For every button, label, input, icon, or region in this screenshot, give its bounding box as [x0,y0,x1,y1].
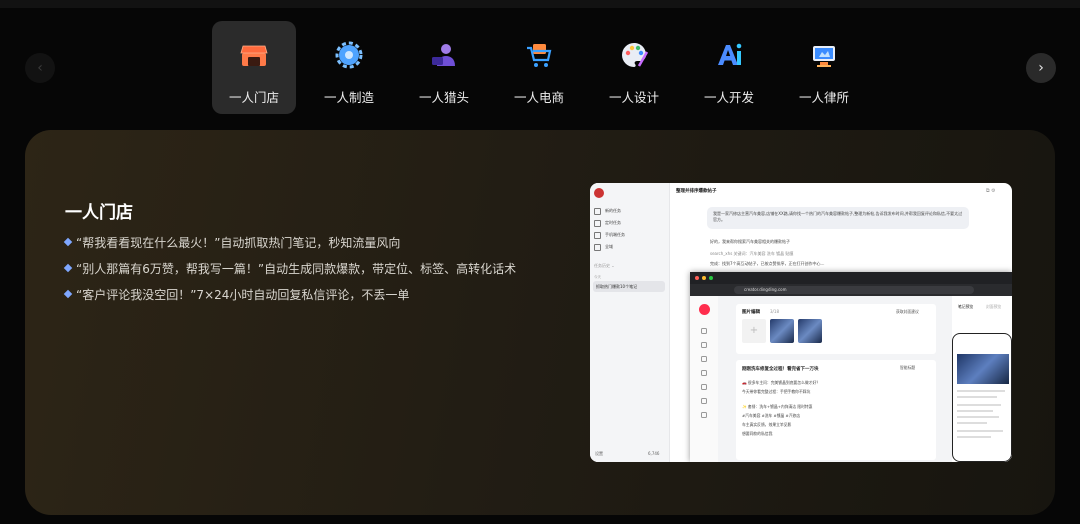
image-count: 3/18 [770,309,779,314]
tab-label: 一人开发 [703,90,754,105]
settings-label: 设置 [595,451,603,456]
brand-logo-icon [699,304,710,315]
tab-label: 一人制造 [323,90,374,105]
post-line: 今天带你看完整过程：手把手教你不踩坑 [742,389,811,394]
phone-text-line [957,416,999,418]
post-line: 想要同款的私信我 [742,431,773,436]
post-title: 刚刚洗车修复全过程！看完省下一万块 [742,367,819,372]
post-editor-card: 刚刚洗车修复全过程！看完省下一万块 智能标题 🚗 很多车主问：完美镀晶到底要怎么… [736,360,936,460]
ai-icon [711,37,747,73]
tab-label: 一人设计 [608,90,659,105]
post-line: 车主真实反馈，效果立竿见影 [742,422,792,427]
tab-label: 一人电商 [513,90,564,105]
image-edit-card: 图片编辑 3/18 获取封面建议 + [736,304,936,354]
home-icon [701,328,707,334]
tab-label: 一人猎头 [418,90,469,105]
fans-icon [701,384,707,390]
phone-text-line [957,422,987,424]
sidebar-item: 新的任务 [594,205,625,217]
settings-icon [701,398,707,404]
tab-development[interactable]: 一人开发 [687,21,771,114]
maximize-dot-icon [709,276,713,280]
creator-rail [690,296,718,462]
feature-list: “帮我看看现在什么最火！”自动抓取热门笔记，秒知流量风向 “别人那篇有6万赞，帮… [63,230,517,308]
tab-note-preview: 笔记预览 [958,304,974,309]
phone-text-line [957,436,991,438]
storefront-icon [236,37,272,73]
user-message: 我是一家汽修店主营汽车美容,店铺在XX路,请你找一个热门的汽车美容爆款帖子,整理… [707,207,969,229]
feature-text: “客户评论我没空回！”7×24小时自动回复私信评论，不丢一单 [76,287,410,302]
address-bar: creator.dingding.com [734,286,974,294]
assistant-line: 好的，我来帮你搜索汽车美容相关的爆款帖子 [710,239,790,244]
post-line: 🚗 很多车主问：完美镀晶到底要怎么做才好？ [742,380,821,385]
history-title: 任务历史 ⌄ [594,263,615,268]
product-screenshot: 新的任务 定时任务 手机端任务 全域 任务历史 ⌄ 今天 抓取热门爆款10个笔记… [590,183,1012,462]
assistant-line: 完成：找到7个高互动帖子，已按点赞排序，正在打开创作中心… [710,261,825,266]
close-dot-icon [695,276,699,280]
tab-headhunter[interactable]: 一人猎头 [402,21,486,114]
tab-ecommerce[interactable]: 一人电商 [497,21,581,114]
app-sidebar: 新的任务 定时任务 手机端任务 全域 任务历史 ⌄ 今天 抓取热门爆款10个笔记… [590,183,670,462]
prev-arrow-button[interactable]: ‹ [25,53,55,83]
data-icon [701,356,707,362]
feature-item: “别人那篇有6万赞，帮我写一篇！”自动生成同款爆款，带定位、标签、高转化话术 [63,256,517,280]
bullet-diamond-icon [63,289,73,299]
sidebar-menu: 新的任务 定时任务 手机端任务 全域 [594,205,625,253]
tab-design[interactable]: 一人设计 [592,21,676,114]
feature-text: “别人那篇有6万赞，帮我写一篇！”自动生成同款爆款，带定位、标签、高转化话术 [76,261,517,276]
phone-text-line [957,404,1001,406]
sidebar-item: 手机端任务 [594,229,625,241]
tab-store[interactable]: 一人门店 [212,21,296,114]
image-thumbnail [770,319,794,343]
credits-label: 6,746 [648,451,660,456]
image-thumbnail [798,319,822,343]
history-subtitle: 今天 [594,275,601,279]
gear-icon [331,37,367,73]
more-icon [701,412,707,418]
tool-call-line: search_xhs 关键词：汽车美容 洗车 镀晶 贴膜 [710,251,794,256]
bullet-diamond-icon [63,263,73,273]
feature-text: “帮我看看现在什么最火！”自动抓取热门笔记，秒知流量风向 [76,235,401,250]
phone-text-line [957,390,1005,392]
tab-cover-preview: 封面预览 [986,304,1002,309]
sidebar-item: 全域 [594,241,625,253]
law-icon [806,37,842,73]
minimize-dot-icon [702,276,706,280]
next-arrow-button[interactable]: › [1026,53,1056,83]
phone-text-line [957,396,997,398]
bullet-diamond-icon [63,237,73,247]
palette-icon [616,37,652,73]
shopping-cart-icon [521,37,557,73]
card-title: 图片编辑 [742,310,760,315]
history-item: 抓取热门爆款10个笔记 [593,281,665,292]
browser-titlebar [690,272,1012,284]
smart-title-button: 智能标题 [900,365,916,370]
phone-text-line [957,410,993,412]
chat-header: 整理并排序爆款帖子 [676,189,717,194]
panel-title: 一人门店 [65,203,133,223]
phone-preview [952,333,1012,462]
phone-post-image [957,354,1009,384]
scenario-tabs: 一人门店 一人制造 一人猎头 一人电商 一人设计 一人开发 一人律所 [212,21,866,114]
cover-suggest-button: 获取封面建议 [896,309,919,314]
message-icon [701,370,707,376]
tab-label: 一人门店 [228,90,279,105]
add-image-icon: + [742,319,766,343]
note-icon [701,342,707,348]
window-controls-icon: ⧉ ⚙ [986,188,996,194]
feature-item: “帮我看看现在什么最火！”自动抓取热门笔记，秒知流量风向 [63,230,516,254]
tab-manufacturing[interactable]: 一人制造 [307,21,391,114]
scenario-panel: 一人门店 “帮我看看现在什么最火！”自动抓取热门笔记，秒知流量风向 “别人那篇有… [25,130,1055,515]
phone-text-line [957,430,1003,432]
sidebar-item: 定时任务 [594,217,625,229]
avatar [594,188,604,198]
tab-label: 一人律所 [798,90,849,105]
headhunter-icon [426,37,462,73]
tab-law-firm[interactable]: 一人律所 [782,21,866,114]
post-line: #汽车美容 #洗车 #镀晶 #汽修店 [742,413,801,418]
feature-item: “客户评论我没空回！”7×24小时自动回复私信评论，不丢一单 [63,282,516,306]
top-strip [0,0,1080,8]
post-line: ✨ 套餐：洗车+镀晶+内饰清洁 限时特惠 [742,404,813,409]
